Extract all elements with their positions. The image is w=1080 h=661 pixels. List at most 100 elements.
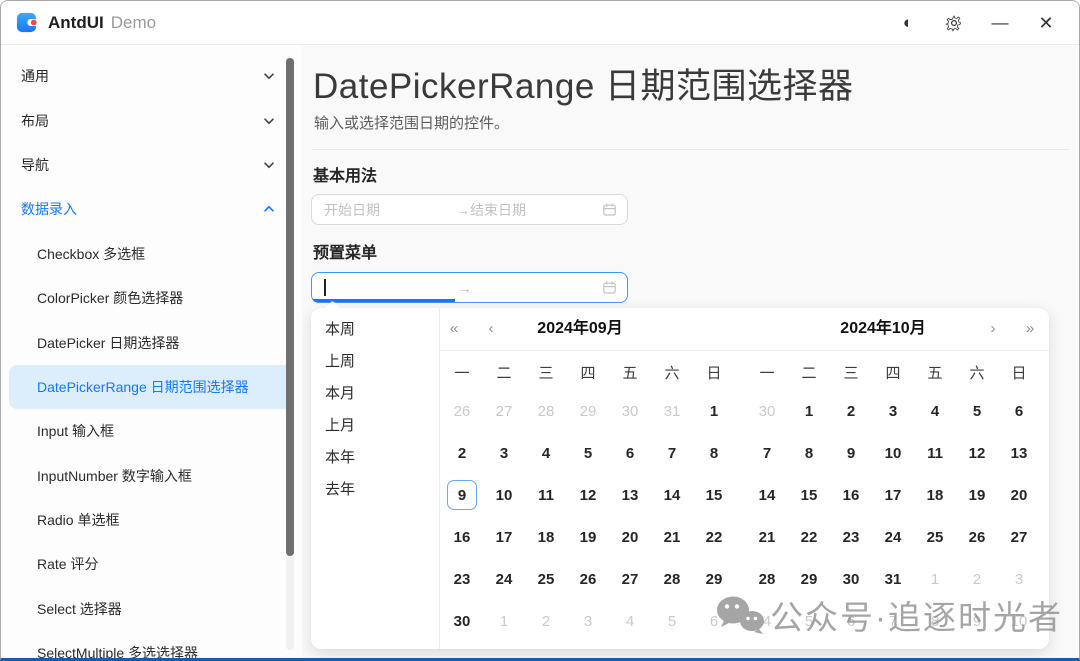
- calendar-day[interactable]: 9: [441, 474, 483, 516]
- calendar-day[interactable]: 31: [651, 390, 693, 432]
- calendar-day[interactable]: 12: [567, 474, 609, 516]
- sidebar-item[interactable]: SelectMultiple 多选选择器: [9, 631, 293, 661]
- calendar-day[interactable]: 10: [483, 474, 525, 516]
- sidebar-item[interactable]: DatePickerRange 日期范围选择器: [9, 365, 293, 409]
- calendar-day[interactable]: 26: [567, 558, 609, 600]
- calendar-day[interactable]: 11: [914, 432, 956, 474]
- month-title-right[interactable]: 2024年10月: [840, 308, 925, 350]
- calendar-day[interactable]: 17: [483, 516, 525, 558]
- calendar-day[interactable]: 23: [441, 558, 483, 600]
- calendar-day[interactable]: 3: [567, 600, 609, 642]
- calendar-day[interactable]: 1: [693, 390, 735, 432]
- calendar-day[interactable]: 20: [998, 474, 1040, 516]
- next-year-icon[interactable]: »: [1018, 308, 1042, 350]
- minimize-button[interactable]: —: [977, 1, 1023, 45]
- calendar-day[interactable]: 1: [788, 390, 830, 432]
- calendar-day[interactable]: 15: [693, 474, 735, 516]
- calendar-day[interactable]: 25: [914, 516, 956, 558]
- sidebar-group[interactable]: 布局: [1, 98, 301, 142]
- calendar-day[interactable]: 4: [914, 390, 956, 432]
- date-range-input-preset[interactable]: →: [311, 272, 628, 303]
- calendar-day[interactable]: 29: [567, 390, 609, 432]
- calendar-day[interactable]: 3: [872, 390, 914, 432]
- prev-year-icon[interactable]: «: [442, 308, 466, 350]
- calendar-day[interactable]: 14: [651, 474, 693, 516]
- calendar-day[interactable]: 14: [746, 474, 788, 516]
- calendar-day[interactable]: 8: [693, 432, 735, 474]
- calendar-day[interactable]: 28: [651, 558, 693, 600]
- calendar-day[interactable]: 11: [525, 474, 567, 516]
- sidebar-item[interactable]: Select 选择器: [9, 587, 293, 631]
- sidebar-item[interactable]: DatePicker 日期选择器: [9, 320, 293, 364]
- calendar-day[interactable]: 24: [483, 558, 525, 600]
- calendar-day[interactable]: 10: [872, 432, 914, 474]
- sidebar-group[interactable]: 通用: [1, 54, 301, 98]
- preset-menu-item[interactable]: 本年: [311, 442, 439, 474]
- sidebar-item[interactable]: Radio 单选框: [9, 498, 293, 542]
- sidebar-item[interactable]: Rate 评分: [9, 542, 293, 586]
- sidebar-item[interactable]: InputNumber 数字输入框: [9, 454, 293, 498]
- calendar-day[interactable]: 4: [609, 600, 651, 642]
- calendar-day[interactable]: 26: [441, 390, 483, 432]
- calendar-day[interactable]: 8: [788, 432, 830, 474]
- calendar-day[interactable]: 2: [956, 558, 998, 600]
- date-range-input-basic[interactable]: 开始日期 → 结束日期: [311, 194, 628, 225]
- calendar-day[interactable]: 21: [746, 516, 788, 558]
- preset-menu-item[interactable]: 上月: [311, 410, 439, 442]
- calendar-day[interactable]: 29: [788, 558, 830, 600]
- calendar-day[interactable]: 18: [525, 516, 567, 558]
- calendar-day[interactable]: 13: [609, 474, 651, 516]
- calendar-day[interactable]: 13: [998, 432, 1040, 474]
- calendar-day[interactable]: 4: [746, 600, 788, 642]
- preset-menu-item[interactable]: 上周: [311, 346, 439, 378]
- calendar-day[interactable]: 9: [830, 432, 872, 474]
- calendar-day[interactable]: 28: [525, 390, 567, 432]
- calendar-day[interactable]: 4: [525, 432, 567, 474]
- calendar-day[interactable]: 7: [872, 600, 914, 642]
- calendar-day[interactable]: 23: [830, 516, 872, 558]
- calendar-day[interactable]: 21: [651, 516, 693, 558]
- calendar-day[interactable]: 29: [693, 558, 735, 600]
- calendar-day[interactable]: 7: [746, 432, 788, 474]
- calendar-day[interactable]: 17: [872, 474, 914, 516]
- calendar-day[interactable]: 2: [830, 390, 872, 432]
- sidebar-group[interactable]: 导航: [1, 143, 301, 187]
- calendar-day[interactable]: 25: [525, 558, 567, 600]
- calendar-day[interactable]: 27: [483, 390, 525, 432]
- calendar-day[interactable]: 26: [956, 516, 998, 558]
- calendar-day[interactable]: 6: [693, 600, 735, 642]
- close-button[interactable]: ✕: [1023, 1, 1069, 45]
- calendar-day[interactable]: 15: [788, 474, 830, 516]
- calendar-day[interactable]: 6: [609, 432, 651, 474]
- prev-month-icon[interactable]: ‹: [479, 308, 503, 350]
- sidebar-scrollbar-thumb[interactable]: [286, 58, 294, 556]
- calendar-day[interactable]: 16: [441, 516, 483, 558]
- calendar-day[interactable]: 1: [914, 558, 956, 600]
- calendar-day[interactable]: 19: [956, 474, 998, 516]
- calendar-day[interactable]: 27: [998, 516, 1040, 558]
- calendar-day[interactable]: 5: [567, 432, 609, 474]
- next-month-icon[interactable]: ›: [981, 308, 1005, 350]
- calendar-day[interactable]: 3: [483, 432, 525, 474]
- calendar-day[interactable]: 22: [693, 516, 735, 558]
- month-title-left[interactable]: 2024年09月: [537, 308, 622, 350]
- calendar-day[interactable]: 22: [788, 516, 830, 558]
- calendar-day[interactable]: 6: [830, 600, 872, 642]
- calendar-day[interactable]: 5: [651, 600, 693, 642]
- calendar-day[interactable]: 10: [998, 600, 1040, 642]
- calendar-day[interactable]: 30: [830, 558, 872, 600]
- calendar-day[interactable]: 7: [651, 432, 693, 474]
- sidebar-group[interactable]: 数据录入: [1, 187, 301, 231]
- calendar-day[interactable]: 12: [956, 432, 998, 474]
- calendar-day[interactable]: 9: [956, 600, 998, 642]
- calendar-day[interactable]: 28: [746, 558, 788, 600]
- calendar-day[interactable]: 16: [830, 474, 872, 516]
- calendar-day[interactable]: 19: [567, 516, 609, 558]
- calendar-day[interactable]: 30: [441, 600, 483, 642]
- calendar-day[interactable]: 1: [483, 600, 525, 642]
- calendar-day[interactable]: 24: [872, 516, 914, 558]
- calendar-day[interactable]: 2: [525, 600, 567, 642]
- calendar-day[interactable]: 2: [441, 432, 483, 474]
- sidebar-item[interactable]: ColorPicker 颜色选择器: [9, 276, 293, 320]
- calendar-day[interactable]: 18: [914, 474, 956, 516]
